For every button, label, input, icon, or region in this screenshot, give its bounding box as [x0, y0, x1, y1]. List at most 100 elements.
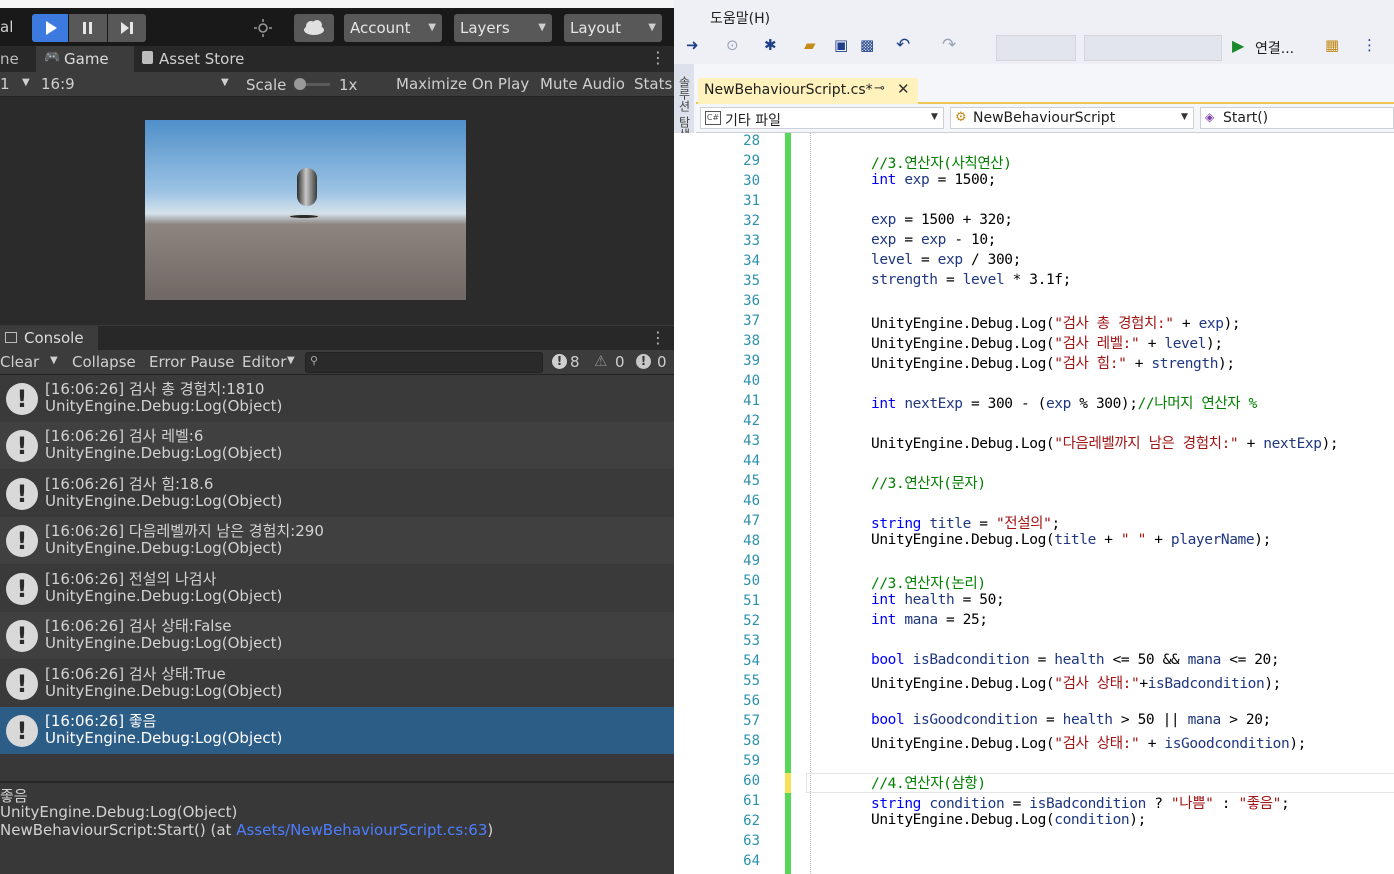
- run-icon[interactable]: ▶: [1232, 36, 1244, 55]
- stats-toggle[interactable]: Stats: [634, 75, 672, 93]
- error-pause-button[interactable]: Error Pause: [149, 353, 234, 371]
- scale-slider-thumb[interactable]: [294, 78, 306, 90]
- mute-audio-toggle[interactable]: Mute Audio: [540, 75, 625, 93]
- info-icon: !: [6, 668, 38, 700]
- line-number: 30: [743, 173, 760, 189]
- platform-dropdown[interactable]: [1084, 35, 1222, 61]
- console-entry[interactable]: ! [16:06:26] 전설의 나검사 UnityEngine.Debug:Log…: [0, 565, 674, 612]
- entry-source: UnityEngine.Debug:Log(Object): [45, 444, 283, 462]
- console-entry[interactable]: ! [16:06:26] 검사 레벨:6 UnityEngine.Debug:Log…: [0, 422, 674, 469]
- console-entry[interactable]: ! [16:06:26] 검사 총 경험치:1810 UnityEngine.Deb…: [0, 375, 674, 422]
- code-line: UnityEngine.Debug.Log("검사 레벨:" + level);: [871, 336, 1223, 352]
- line-number: 60: [743, 773, 760, 789]
- chevron-down-icon[interactable]: ▼: [50, 355, 58, 366]
- aspect-dropdown[interactable]: 16:9 ▼: [38, 72, 234, 96]
- close-icon[interactable]: ✕: [897, 80, 910, 98]
- tab-game[interactable]: 🎮 Game: [36, 46, 134, 72]
- line-number: 63: [743, 833, 760, 849]
- doc-tab-title: NewBehaviourScript.cs*: [704, 82, 873, 98]
- maximize-on-play-toggle[interactable]: Maximize On Play: [396, 75, 529, 93]
- cloud-icon: [304, 20, 324, 35]
- sun-settings-button[interactable]: [244, 14, 282, 42]
- line-number: 52: [743, 613, 760, 629]
- error-icon[interactable]: !: [636, 354, 651, 369]
- entry-message: [16:06:26] 검사 상태:True: [45, 665, 226, 683]
- doc-tab[interactable]: NewBehaviourScript.cs* ⊸ ✕: [698, 78, 918, 104]
- play-button[interactable]: [32, 14, 68, 42]
- layout-label: Layout: [570, 19, 621, 37]
- tab-asset-store[interactable]: Asset Store: [159, 50, 244, 68]
- code-line: bool isGoodcondition = health > 50 || ma…: [871, 712, 1271, 728]
- pause-icon: [83, 22, 92, 34]
- log-count-icon[interactable]: !: [552, 354, 567, 369]
- project-dropdown[interactable]: C# 기타 파일 ▼: [700, 107, 944, 129]
- account-dropdown[interactable]: Account ▼: [344, 14, 442, 42]
- entry-message: [16:06:26] 검사 상태:False: [45, 617, 232, 635]
- console-entry[interactable]: ! [16:06:26] 검사 상태:True UnityEngine.Debug:…: [0, 660, 674, 707]
- save-all-icon[interactable]: ▩: [860, 36, 874, 54]
- code-line-comment: //3.연산자(문자): [871, 476, 986, 492]
- warning-icon[interactable]: ⚠: [594, 352, 607, 370]
- layout-dropdown[interactable]: Layout ▼: [564, 14, 662, 42]
- console-entry-selected[interactable]: ! [16:06:26] 좋음 UnityEngine.Debug:Log(Obje…: [0, 707, 674, 754]
- member-dropdown[interactable]: ◈ Start(): [1200, 107, 1394, 129]
- save-icon[interactable]: ▣: [834, 36, 848, 54]
- back-arrow-icon[interactable]: ➜: [686, 36, 699, 54]
- class-label: NewBehaviourScript: [973, 110, 1116, 126]
- line-number: 64: [743, 853, 760, 869]
- console-entry[interactable]: ! [16:06:26] 검사 상태:False UnityEngine.Debug…: [0, 612, 674, 659]
- collapse-button[interactable]: Collapse: [72, 353, 136, 371]
- redo-icon[interactable]: ↷: [942, 35, 956, 55]
- pin-icon[interactable]: ⊸: [874, 81, 885, 96]
- code-line-comment: //4.연산자(삼항): [871, 776, 986, 792]
- line-number: 34: [743, 253, 760, 269]
- game-view[interactable]: [0, 97, 674, 325]
- undo-icon[interactable]: ↶: [896, 35, 910, 55]
- info-icon: !: [6, 430, 38, 462]
- console-entry[interactable]: ! [16:06:26] 검사 힘:18.6 UnityEngine.Debug:L…: [0, 470, 674, 517]
- code-line: int health = 50;: [871, 592, 1005, 608]
- stacktrace-link[interactable]: Assets/NewBehaviourScript.cs:63: [236, 821, 487, 839]
- attach-icon[interactable]: ▦: [1325, 36, 1339, 54]
- tab-console[interactable]: Console: [0, 326, 98, 350]
- console-search-input[interactable]: ⚲: [305, 352, 543, 373]
- new-project-icon[interactable]: ✱: [764, 36, 777, 54]
- open-folder-icon[interactable]: ▰: [804, 36, 816, 54]
- class-dropdown[interactable]: ⚙ NewBehaviourScript ▼: [950, 107, 1194, 129]
- display-dropdown[interactable]: 1: [0, 75, 10, 93]
- forward-arrow-icon[interactable]: ⊙: [726, 36, 739, 54]
- code-line-comment: //3.연산자(사칙연산): [871, 156, 1012, 172]
- console-entry[interactable]: ! [16:06:26] 다음레벨까지 남은 경험치:290 UnityEngine…: [0, 517, 674, 564]
- step-button[interactable]: [108, 14, 146, 42]
- toolbar-more-icon[interactable]: ⋮: [1362, 36, 1377, 54]
- menu-help[interactable]: 도움말(H): [710, 8, 770, 28]
- run-label[interactable]: 연결...: [1255, 38, 1294, 58]
- line-number: 58: [743, 733, 760, 749]
- code-line: int mana = 25;: [871, 612, 988, 628]
- code-line: UnityEngine.Debug.Log(condition);: [871, 812, 1146, 828]
- config-dropdown[interactable]: [996, 35, 1076, 61]
- line-number: 28: [743, 133, 760, 149]
- scale-value: 1x: [339, 76, 358, 94]
- more-options-icon[interactable]: ⋮: [650, 48, 666, 67]
- clear-button[interactable]: Clear: [0, 353, 39, 371]
- tab-scene[interactable]: ne: [0, 50, 19, 68]
- indent-guide: [810, 133, 811, 874]
- entry-message: [16:06:26] 검사 레벨:6: [45, 427, 204, 445]
- layers-label: Layers: [460, 19, 510, 37]
- editor-dropdown[interactable]: Editor: [242, 353, 286, 371]
- chevron-down-icon: ▼: [931, 112, 938, 122]
- code-editor[interactable]: 28 29 30 31 32 33 34 35 36 37 38 39 40 4…: [674, 133, 1394, 874]
- tab-game-label: Game: [64, 50, 109, 68]
- line-number: 33: [743, 233, 760, 249]
- layers-dropdown[interactable]: Layers ▼: [454, 14, 552, 42]
- line-number: 44: [743, 453, 760, 469]
- cloud-button[interactable]: [294, 14, 334, 42]
- more-options-icon[interactable]: ⋮: [650, 328, 666, 347]
- line-number: 45: [743, 473, 760, 489]
- pause-button[interactable]: [69, 14, 107, 42]
- line-number: 40: [743, 373, 760, 389]
- view-tab-bar: ne 🎮 Game Asset Store ⋮: [0, 46, 674, 72]
- project-label: 기타 파일: [725, 113, 781, 129]
- info-icon: !: [6, 620, 38, 652]
